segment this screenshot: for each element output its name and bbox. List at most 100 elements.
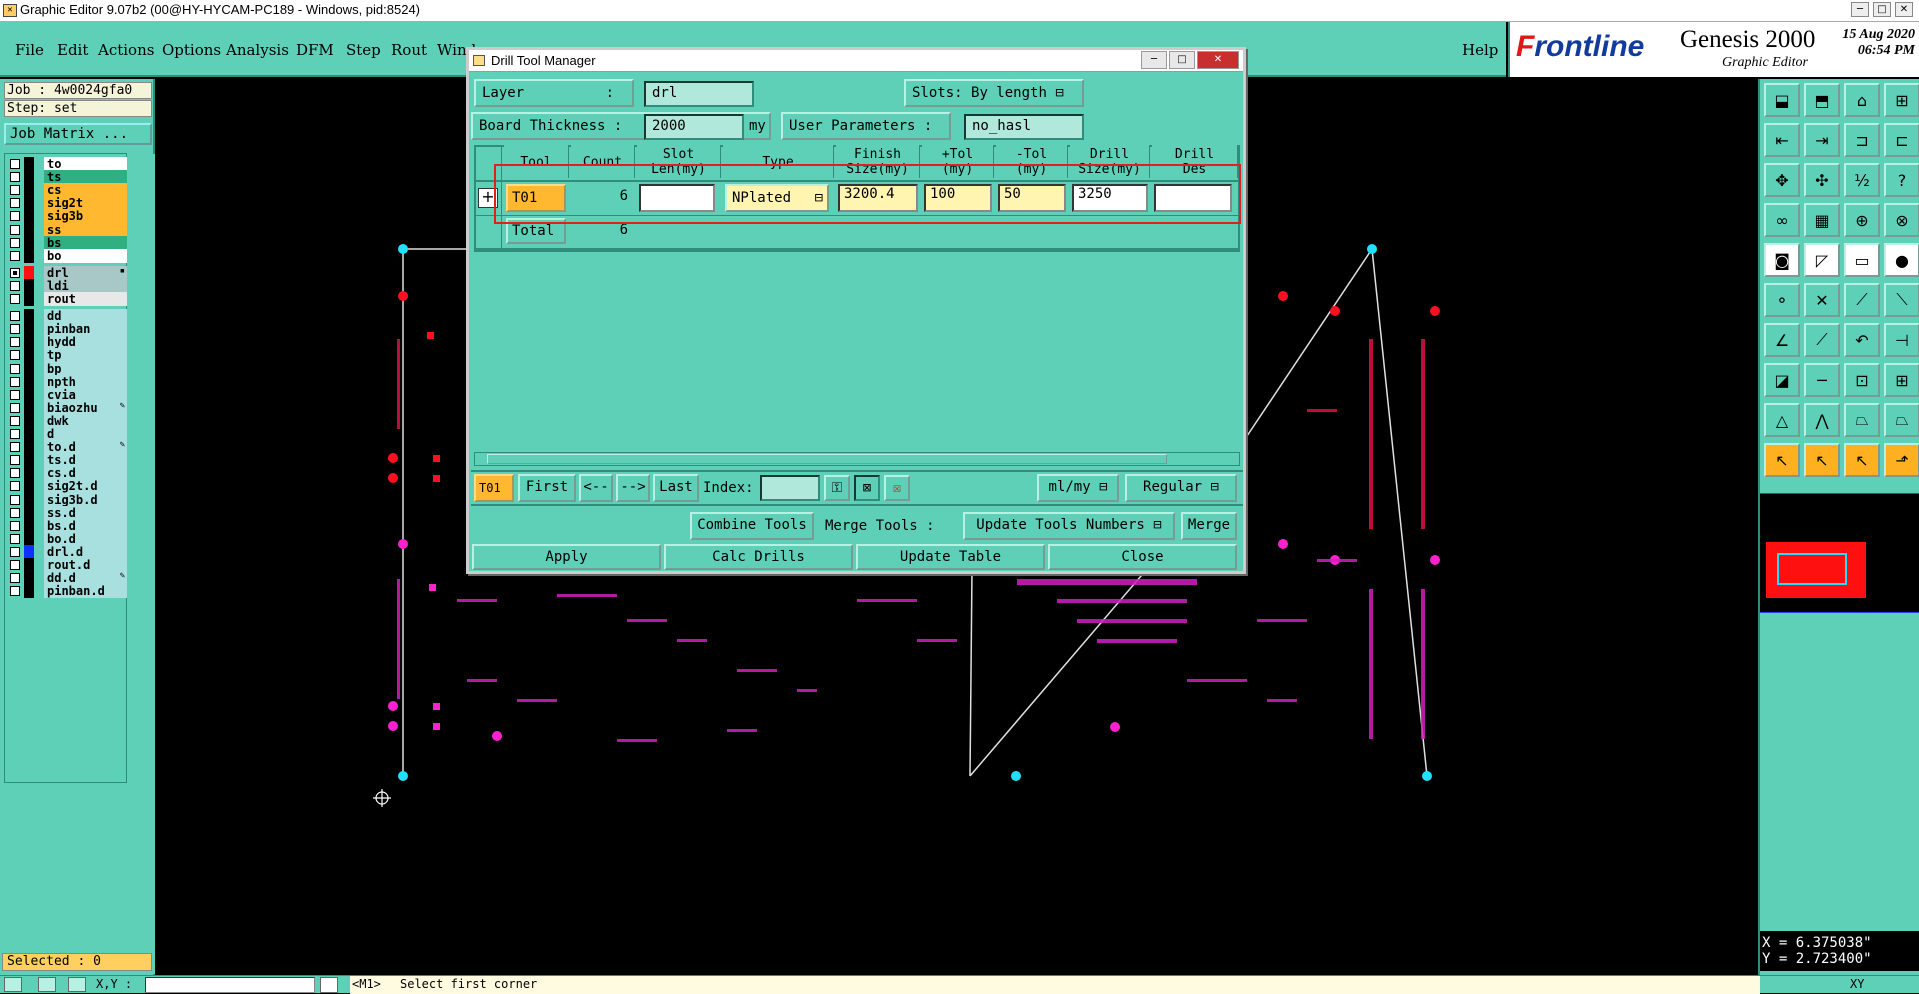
- layer-color-swatch[interactable]: [24, 209, 34, 224]
- layer-name[interactable]: bp: [44, 361, 127, 376]
- cross-icon[interactable]: ⊗: [1884, 203, 1919, 237]
- layer-checkbox[interactable]: [10, 185, 20, 196]
- menu-analysis[interactable]: Analysis: [226, 41, 289, 59]
- layer-name[interactable]: ss.d: [44, 505, 127, 520]
- close-window-button[interactable]: ✕: [1895, 2, 1913, 17]
- layer-checkbox[interactable]: [10, 402, 20, 413]
- minimap[interactable]: [1760, 493, 1919, 613]
- layer-color-swatch[interactable]: [24, 413, 34, 428]
- layer-color-swatch[interactable]: [24, 427, 34, 441]
- layer-color-swatch[interactable]: [24, 440, 34, 455]
- layer-color-swatch[interactable]: [24, 453, 34, 468]
- layer-name[interactable]: npth: [44, 374, 127, 389]
- menu-options[interactable]: Options: [162, 41, 221, 59]
- layer-name[interactable]: drl: [44, 265, 127, 280]
- line2-icon[interactable]: ⟍: [1884, 283, 1919, 317]
- dialog-minimize-button[interactable]: ─: [1141, 51, 1167, 69]
- pointer-icon[interactable]: ↖: [1764, 443, 1800, 477]
- status-tool1-icon[interactable]: [4, 977, 22, 992]
- layer-checkbox[interactable]: [10, 546, 20, 557]
- combine-tools-button[interactable]: Combine Tools: [690, 512, 814, 540]
- layer-checkbox[interactable]: [10, 237, 20, 248]
- layer-checkbox[interactable]: [10, 494, 20, 505]
- layer-name[interactable]: to.d: [44, 440, 127, 455]
- layer-checkbox[interactable]: [10, 429, 20, 439]
- layer-name[interactable]: cs.d: [44, 466, 127, 481]
- menu-file[interactable]: File: [15, 41, 44, 59]
- layer-name[interactable]: d: [44, 427, 127, 441]
- horizontal-scrollbar[interactable]: [474, 452, 1240, 466]
- layer-row-biaozhu[interactable]: biaozhu ✎: [8, 400, 127, 415]
- layer-color-swatch[interactable]: [24, 544, 34, 559]
- merge-button[interactable]: Merge: [1181, 512, 1237, 540]
- layer-row-cs-d[interactable]: cs.d: [8, 466, 127, 481]
- layer-checkbox[interactable]: [10, 533, 20, 544]
- layer-row-rout-d[interactable]: rout.d: [8, 558, 127, 572]
- layer-row-ts-d[interactable]: ts.d: [8, 453, 127, 468]
- index-input[interactable]: [760, 475, 820, 501]
- layer-checkbox[interactable]: [10, 455, 20, 466]
- layer-row-to[interactable]: to: [8, 157, 127, 171]
- layer-name[interactable]: rout: [44, 292, 127, 306]
- delete-icon[interactable]: ✕: [1804, 283, 1840, 317]
- trim-icon[interactable]: ⊣: [1884, 323, 1919, 357]
- layer-row-cs[interactable]: cs: [8, 183, 127, 198]
- grid-icon[interactable]: ▦: [1804, 203, 1840, 237]
- layer-color-swatch[interactable]: [24, 292, 34, 306]
- layer-row-sig2t-d[interactable]: sig2t.d: [8, 479, 127, 494]
- layer-color-swatch[interactable]: [24, 348, 34, 363]
- multi-icon[interactable]: ⊞: [1884, 363, 1919, 397]
- pointer3-icon[interactable]: ↖: [1844, 443, 1880, 477]
- layer-row-to-d[interactable]: to.d ✎: [8, 440, 127, 455]
- layer-name[interactable]: pinban: [44, 322, 127, 337]
- layer-name[interactable]: drl.d: [44, 544, 127, 559]
- user-parameters-label[interactable]: User Parameters :: [781, 112, 951, 140]
- layer-row-bo-d[interactable]: bo.d: [8, 531, 127, 546]
- split-icon[interactable]: ⊞: [1884, 83, 1919, 117]
- open-icon[interactable]: ⬓: [1764, 83, 1800, 117]
- layer-checkbox[interactable]: [10, 363, 20, 374]
- layer-color-swatch[interactable]: [24, 400, 34, 415]
- layer-name[interactable]: to: [44, 157, 127, 171]
- merge-mode-selector[interactable]: Update Tools Numbers ⊟: [963, 512, 1175, 540]
- layer-checkbox[interactable]: [10, 389, 20, 400]
- layer-name[interactable]: bo.d: [44, 531, 127, 546]
- layer-color-swatch[interactable]: [24, 374, 34, 389]
- layer-checkbox[interactable]: [10, 507, 20, 518]
- lock-icon[interactable]: ⚿: [824, 475, 850, 501]
- update-table-button[interactable]: Update Table: [856, 544, 1045, 570]
- board-thickness-input[interactable]: 2000: [644, 114, 744, 140]
- layer-name[interactable]: bo: [44, 248, 127, 263]
- layer-row-dd[interactable]: dd: [8, 309, 127, 324]
- trapezoid-icon[interactable]: ⏢: [1844, 403, 1880, 437]
- step-icon[interactable]: ⬏: [1884, 443, 1919, 477]
- layer-color-swatch[interactable]: [24, 222, 34, 237]
- layer-color-swatch[interactable]: [24, 531, 34, 546]
- layer-row-npth[interactable]: npth: [8, 374, 127, 389]
- layer-checkbox[interactable]: [10, 224, 20, 235]
- trapezoid2-icon[interactable]: ⏢: [1884, 403, 1919, 437]
- layer-checkbox[interactable]: [10, 337, 20, 348]
- probe-icon[interactable]: ∞: [1764, 203, 1800, 237]
- layer-checkbox[interactable]: [10, 311, 20, 322]
- layer-checkbox[interactable]: [10, 442, 20, 453]
- layer-checkbox[interactable]: [10, 294, 20, 304]
- status-tool3-icon[interactable]: [68, 977, 86, 992]
- close-button[interactable]: Close: [1048, 544, 1237, 570]
- layer-name[interactable]: ldi: [44, 278, 127, 293]
- layer-name[interactable]: cs: [44, 183, 127, 198]
- layer-checkbox[interactable]: [10, 267, 20, 278]
- dialog-title-bar[interactable]: Drill Tool Manager ─ □ ✕: [469, 50, 1243, 72]
- arc-icon[interactable]: ∠: [1764, 323, 1800, 357]
- layer-scroll-strip[interactable]: [127, 154, 155, 974]
- layer-row-dd-d[interactable]: dd.d ✎: [8, 571, 127, 586]
- dialog-maximize-button[interactable]: □: [1169, 51, 1195, 69]
- layer-name[interactable]: ss: [44, 222, 127, 237]
- layer-checkbox[interactable]: [10, 376, 20, 387]
- layer-row-d[interactable]: d: [8, 427, 127, 441]
- menu-edit[interactable]: Edit: [57, 41, 88, 59]
- layer-color-swatch[interactable]: [24, 571, 34, 586]
- layer-color-swatch[interactable]: [24, 248, 34, 263]
- layer-row-bs[interactable]: bs: [8, 235, 127, 250]
- ruler-icon[interactable]: ▭: [1844, 243, 1880, 277]
